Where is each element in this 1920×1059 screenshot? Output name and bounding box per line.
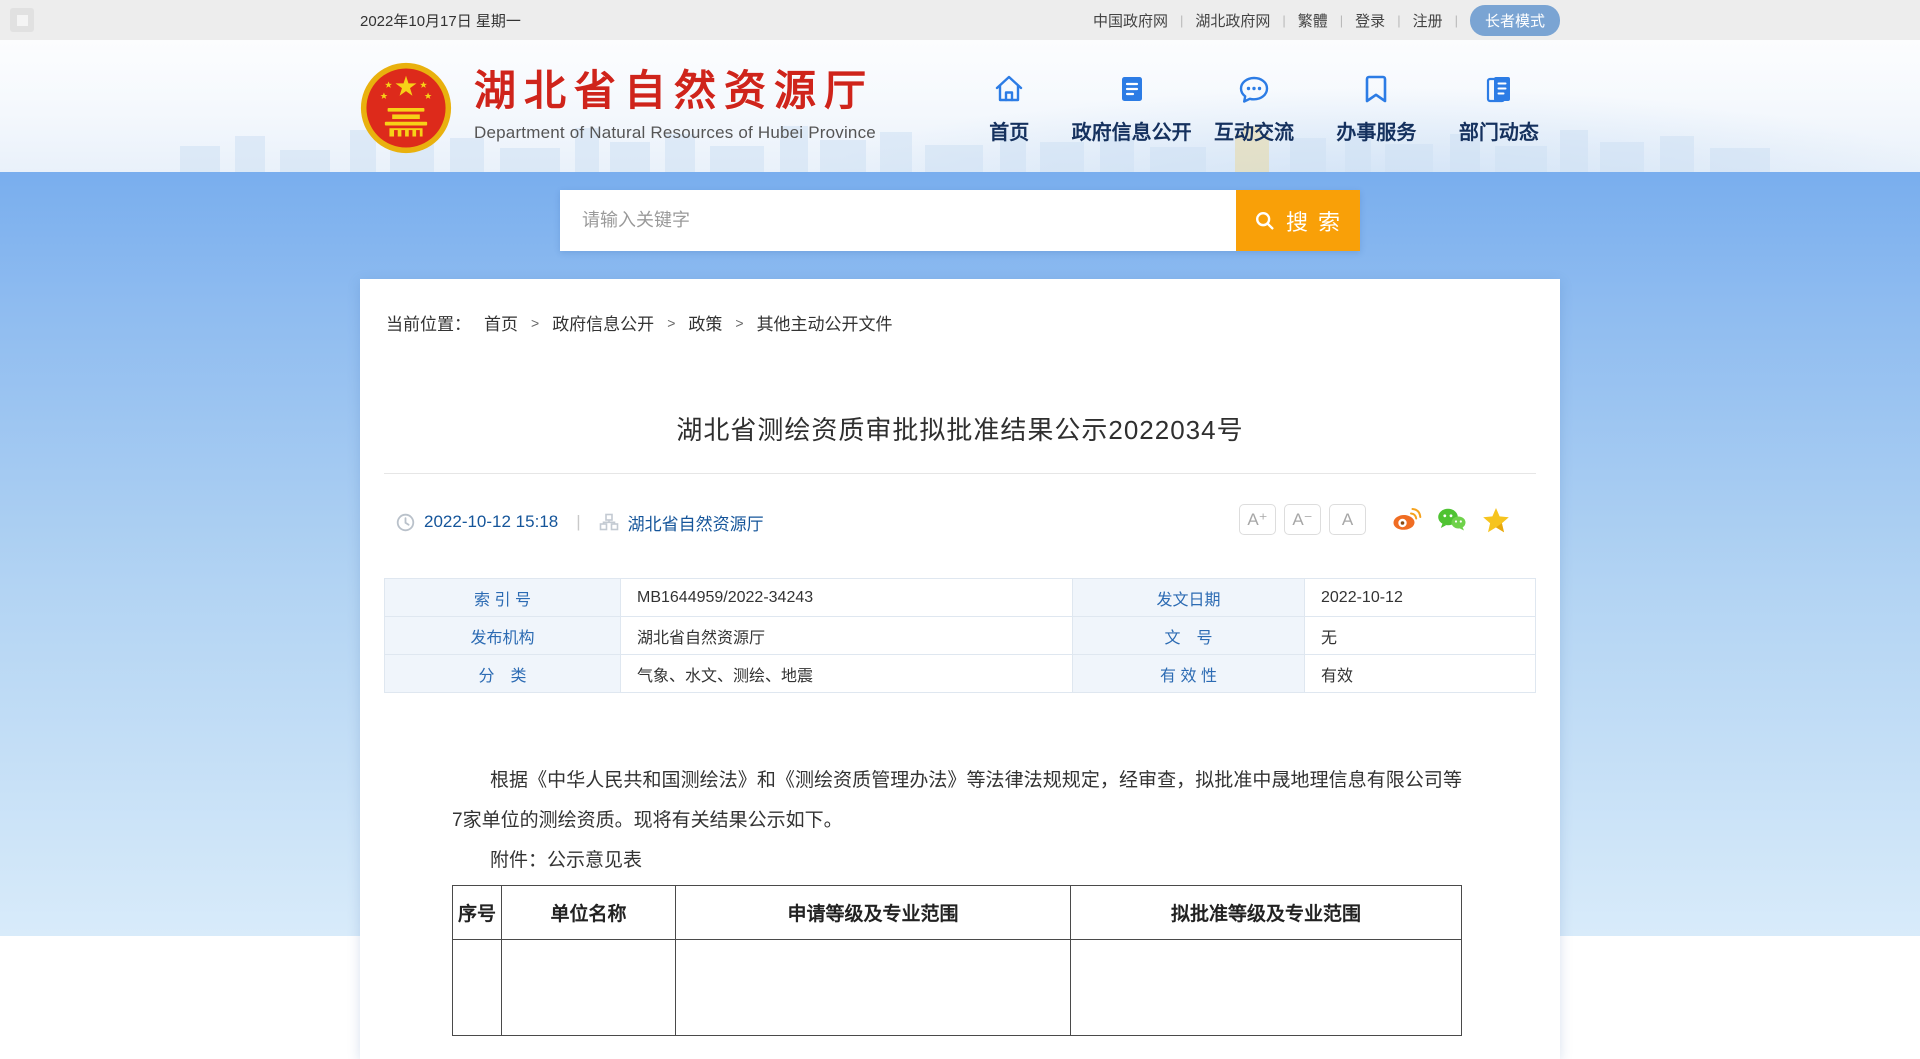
national-emblem-logo [360, 62, 452, 154]
current-date: 2022年10月17日 星期一 [360, 10, 521, 31]
article-controls: A⁺ A⁻ A [1239, 504, 1510, 535]
search-icon [1254, 210, 1276, 232]
site-brand: 湖北省自然资源厅 Department of Natural Resources… [474, 69, 876, 142]
font-larger-button[interactable]: A⁺ [1239, 504, 1276, 535]
table-cell [502, 940, 676, 1036]
main-nav: 首页 政府信息公开 互动交流 [948, 67, 1560, 145]
document-icon [1114, 71, 1150, 107]
approval-result-table: 序号 单位名称 申请等级及专业范围 拟批准等级及专业范围 [452, 885, 1462, 1036]
breadcrumb-gov-info[interactable]: 政府信息公开 [552, 310, 654, 335]
wechat-share-icon[interactable] [1437, 507, 1467, 532]
breadcrumb-prefix: 当前位置： [386, 310, 471, 335]
qzone-share-icon[interactable] [1482, 507, 1510, 533]
link-hubei-gov[interactable]: 湖北政府网 [1195, 10, 1270, 31]
elder-mode-button[interactable]: 长者模式 [1470, 5, 1560, 36]
table-row: 索 引 号 MB1644959/2022-34243 发文日期 2022-10-… [385, 579, 1536, 617]
info-publisher-value: 湖北省自然资源厅 [621, 617, 1073, 655]
window-icon [10, 8, 34, 32]
info-publisher-label: 发布机构 [385, 617, 621, 655]
article-body: 根据《中华人民共和国测绘法》和《测绘资质管理办法》等法律法规规定，经审查，拟批准… [452, 761, 1462, 841]
breadcrumb-other-public-docs[interactable]: 其他主动公开文件 [757, 310, 893, 335]
table-header-row: 序号 单位名称 申请等级及专业范围 拟批准等级及专业范围 [453, 886, 1462, 940]
table-cell [1071, 940, 1462, 1036]
nav-item-department-news[interactable]: 部门动态 [1438, 71, 1560, 145]
article-paragraph: 根据《中华人民共和国测绘法》和《测绘资质管理办法》等法律法规规定，经审查，拟批准… [452, 761, 1462, 841]
weibo-share-icon[interactable] [1392, 507, 1422, 532]
topbar-separator: | [1180, 13, 1183, 28]
font-size-controls: A⁺ A⁻ A [1239, 504, 1366, 535]
share-icons [1392, 507, 1510, 533]
title-divider [384, 473, 1536, 474]
link-traditional-chinese[interactable]: 繁體 [1298, 10, 1328, 31]
info-doc-no-label: 文 号 [1073, 617, 1305, 655]
nav-item-home[interactable]: 首页 [948, 71, 1070, 145]
col-header-approved-scope: 拟批准等级及专业范围 [1071, 886, 1462, 940]
nav-label: 首页 [989, 116, 1029, 145]
breadcrumb-home[interactable]: 首页 [484, 310, 518, 335]
breadcrumb-separator: > [667, 315, 675, 331]
search-button-label: 搜 索 [1286, 205, 1342, 237]
table-cell [676, 940, 1071, 1036]
breadcrumb-policy[interactable]: 政策 [688, 310, 722, 335]
publish-time: 2022-10-12 15:18 [424, 512, 558, 532]
topbar-links: 中国政府网 | 湖北政府网 | 繁體 | 登录 | 注册 | 长者模式 [1093, 5, 1560, 36]
col-header-seq: 序号 [453, 886, 502, 940]
nav-item-gov-info[interactable]: 政府信息公开 [1070, 71, 1192, 145]
bookmark-icon [1358, 71, 1394, 107]
article-meta: 2022-10-12 15:18 | 湖北省自然资源厅 A⁺ A⁻ A [384, 506, 1536, 538]
site-title-english: Department of Natural Resources of Hubei… [474, 123, 876, 143]
table-row: 发布机构 湖北省自然资源厅 文 号 无 [385, 617, 1536, 655]
nav-label: 部门动态 [1459, 116, 1539, 145]
info-category-value: 气象、水文、测绘、地震 [621, 655, 1073, 693]
col-header-applied-scope: 申请等级及专业范围 [676, 886, 1071, 940]
link-login[interactable]: 登录 [1355, 10, 1385, 31]
search-button[interactable]: 搜 索 [1236, 190, 1360, 251]
breadcrumb-separator: > [735, 315, 743, 331]
info-index-label: 索 引 号 [385, 579, 621, 617]
topbar-separator: | [1340, 13, 1343, 28]
topbar-separator: | [1282, 13, 1285, 28]
info-doc-no-value: 无 [1305, 617, 1536, 655]
top-utility-bar: 2022年10月17日 星期一 中国政府网 | 湖北政府网 | 繁體 | 登录 … [0, 0, 1920, 40]
info-issue-date-label: 发文日期 [1073, 579, 1305, 617]
table-row [453, 940, 1462, 1036]
font-smaller-button[interactable]: A⁻ [1284, 504, 1321, 535]
info-validity-value: 有效 [1305, 655, 1536, 693]
attachment-line: 附件：公示意见表 [452, 841, 1462, 881]
nav-item-interaction[interactable]: 互动交流 [1193, 71, 1315, 145]
site-title: 湖北省自然资源厅 [474, 69, 876, 113]
nav-label: 办事服务 [1336, 116, 1416, 145]
info-index-value: MB1644959/2022-34243 [621, 579, 1073, 617]
clock-icon [396, 513, 415, 532]
info-issue-date-value: 2022-10-12 [1305, 579, 1536, 617]
nav-item-services[interactable]: 办事服务 [1315, 71, 1437, 145]
news-icon [1481, 71, 1517, 107]
link-china-gov[interactable]: 中国政府网 [1093, 10, 1168, 31]
breadcrumb: 当前位置： 首页 > 政府信息公开 > 政策 > 其他主动公开文件 [386, 279, 1536, 335]
chat-icon [1236, 71, 1272, 107]
home-icon [991, 71, 1027, 107]
info-validity-label: 有 效 性 [1073, 655, 1305, 693]
col-header-unit-name: 单位名称 [502, 886, 676, 940]
article-source[interactable]: 湖北省自然资源厅 [628, 510, 764, 535]
search-input[interactable] [560, 190, 1236, 251]
document-info-table: 索 引 号 MB1644959/2022-34243 发文日期 2022-10-… [384, 578, 1536, 693]
meta-separator: | [576, 512, 580, 532]
topbar-separator: | [1455, 13, 1458, 28]
topbar-separator: | [1397, 13, 1400, 28]
nav-label: 政府信息公开 [1072, 116, 1192, 145]
nav-label: 互动交流 [1214, 116, 1294, 145]
table-cell [453, 940, 502, 1036]
breadcrumb-separator: > [531, 315, 539, 331]
content-card: 当前位置： 首页 > 政府信息公开 > 政策 > 其他主动公开文件 湖北省测绘资… [360, 279, 1560, 1059]
font-reset-button[interactable]: A [1329, 504, 1366, 535]
page-body: 搜 索 当前位置： 首页 > 政府信息公开 > 政策 > 其他主动公开文件 湖北… [0, 172, 1920, 936]
site-search: 搜 索 [560, 190, 1360, 251]
page-title: 湖北省测绘资质审批拟批准结果公示2022034号 [384, 415, 1536, 446]
info-category-label: 分 类 [385, 655, 621, 693]
site-header: 湖北省自然资源厅 Department of Natural Resources… [0, 40, 1920, 172]
source-icon [599, 512, 619, 532]
link-register[interactable]: 注册 [1413, 10, 1443, 31]
table-row: 分 类 气象、水文、测绘、地震 有 效 性 有效 [385, 655, 1536, 693]
